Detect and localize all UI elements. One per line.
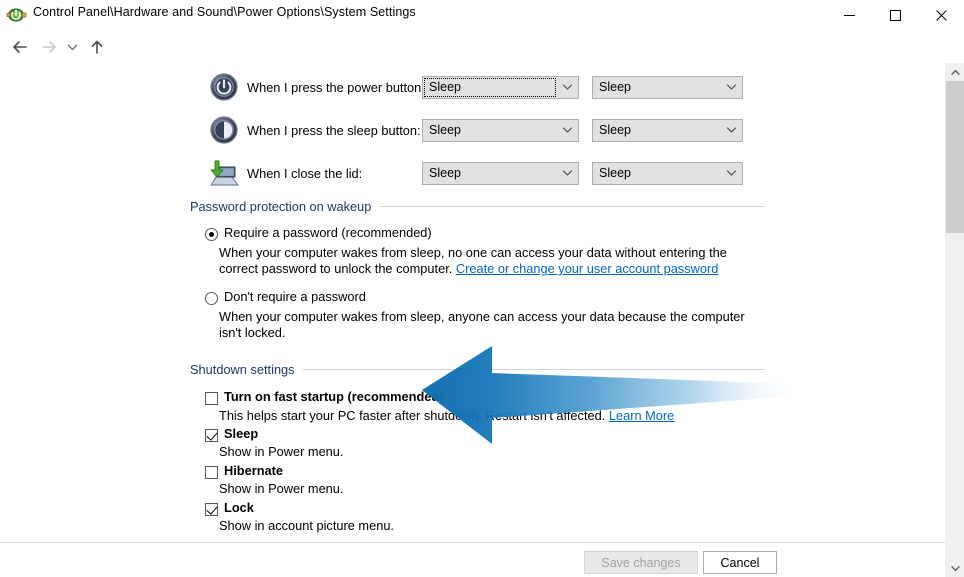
checkbox-label: Sleep <box>224 426 259 441</box>
group-header-label: Shutdown settings <box>190 362 295 377</box>
group-divider <box>379 206 765 207</box>
maximize-button[interactable] <box>872 0 918 31</box>
power-button-on-battery-dropdown[interactable]: Sleep <box>422 75 579 99</box>
checkbox-indicator[interactable] <box>205 503 218 516</box>
setting-label-sleep-button: When I press the sleep button: <box>247 122 421 138</box>
setting-label-close-lid: When I close the lid: <box>247 165 363 181</box>
window-title: Control Panel\Hardware and Sound\Power O… <box>33 5 416 19</box>
dropdown-value: Sleep <box>599 80 631 94</box>
radio-label: Don't require a password <box>224 289 366 304</box>
close-lid-on-battery-dropdown[interactable]: Sleep <box>422 161 579 185</box>
up-button-icon[interactable] <box>85 35 109 59</box>
checkbox-indicator[interactable] <box>205 466 218 479</box>
lock-description: Show in account picture menu. <box>219 518 394 533</box>
close-lid-plugged-in-dropdown[interactable]: Sleep <box>592 161 743 185</box>
dropdown-value: Sleep <box>429 166 461 180</box>
dropdown-value: Sleep <box>429 123 461 137</box>
hibernate-description: Show in Power menu. <box>219 481 344 496</box>
cancel-button[interactable]: Cancel <box>703 551 777 574</box>
power-options-icon <box>6 5 27 25</box>
sleep-button-icon <box>207 113 241 147</box>
close-lid-icon <box>207 156 241 190</box>
chevron-down-icon[interactable] <box>557 120 578 141</box>
group-divider <box>302 369 765 370</box>
power-button-plugged-in-dropdown[interactable]: Sleep <box>592 75 743 99</box>
learn-more-link[interactable]: Learn More <box>609 408 674 423</box>
title-bar: Control Panel\Hardware and Sound\Power O… <box>0 0 964 31</box>
checkbox-indicator[interactable] <box>205 392 218 405</box>
setting-label-power-button: When I press the power button: <box>247 79 425 95</box>
description-text: When your computer wakes from sleep, any… <box>219 309 745 340</box>
chevron-down-icon[interactable] <box>557 77 578 98</box>
checkbox-label: Turn on fast startup (recommended) <box>224 389 444 404</box>
setting-row-sleep-button: When I press the sleep button: Sleep Sle… <box>0 111 760 149</box>
footer-divider <box>0 542 945 543</box>
scrollbar-thumb[interactable] <box>946 81 964 233</box>
window-controls <box>826 0 964 31</box>
radio-button-indicator[interactable] <box>205 292 218 305</box>
save-changes-button[interactable]: Save changes <box>584 551 698 574</box>
group-header-label: Password protection on wakeup <box>190 199 372 214</box>
dropdown-value: Sleep <box>599 166 631 180</box>
close-button[interactable] <box>918 0 964 31</box>
sleep-button-on-battery-dropdown[interactable]: Sleep <box>422 118 579 142</box>
chevron-down-icon[interactable] <box>721 77 742 98</box>
setting-row-close-lid: When I close the lid: Sleep Sleep <box>0 154 760 192</box>
sleep-button-plugged-in-dropdown[interactable]: Sleep <box>592 118 743 142</box>
password-protection-header: Password protection on wakeup <box>190 199 765 214</box>
checkbox-label: Hibernate <box>224 463 284 478</box>
scroll-up-arrow-icon[interactable] <box>946 63 964 81</box>
control-panel-window: Control Panel\Hardware and Sound\Power O… <box>0 0 964 577</box>
recent-locations-chevron-down-icon[interactable] <box>64 35 81 59</box>
vertical-scrollbar[interactable] <box>945 63 964 577</box>
setting-row-power-button: When I press the power button: Sleep Sle… <box>0 68 760 106</box>
minimize-button[interactable] <box>826 0 872 31</box>
sleep-description: Show in Power menu. <box>219 444 344 459</box>
create-change-password-link[interactable]: Create or change your user account passw… <box>456 261 718 276</box>
fast-startup-description: This helps start your PC faster after sh… <box>219 408 749 424</box>
dropdown-value: Sleep <box>599 123 631 137</box>
radio-button-indicator[interactable] <box>205 228 218 241</box>
dropdown-value: Sleep <box>429 80 461 94</box>
checkbox-label: Lock <box>224 500 254 515</box>
chevron-down-icon[interactable] <box>721 163 742 184</box>
scroll-down-arrow-icon[interactable] <box>946 559 964 577</box>
description-text: This helps start your PC faster after sh… <box>219 408 609 423</box>
back-button-icon[interactable] <box>8 35 32 59</box>
chevron-down-icon[interactable] <box>721 120 742 141</box>
dont-require-password-description: When your computer wakes from sleep, any… <box>219 309 749 341</box>
require-password-description: When your computer wakes from sleep, no … <box>219 245 749 277</box>
power-button-icon <box>207 70 241 104</box>
chevron-down-icon[interactable] <box>557 163 578 184</box>
forward-button-icon[interactable] <box>37 35 61 59</box>
settings-content: When I press the power button: Sleep Sle… <box>0 63 945 577</box>
navigation-bar: › Control Panel › Hardware and Sound › P… <box>0 31 964 90</box>
shutdown-settings-header: Shutdown settings <box>190 362 765 377</box>
checkbox-indicator[interactable] <box>205 429 218 442</box>
radio-label: Require a password (recommended) <box>224 225 432 240</box>
